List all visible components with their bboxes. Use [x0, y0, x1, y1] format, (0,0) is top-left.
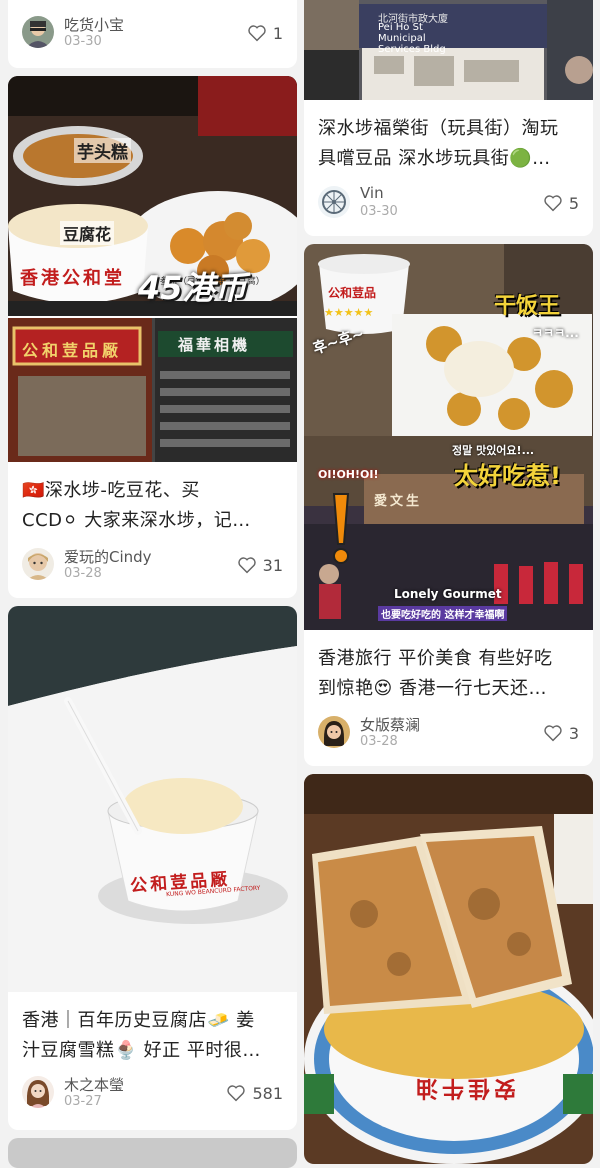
username[interactable]: Vin: [360, 184, 384, 202]
sign-english-2: Municipal: [378, 33, 426, 44]
avatar[interactable]: [318, 716, 350, 748]
post-image[interactable]: 干饭王 후~후~ ㅋㅋㅋ... 公和荳品 ★★★★★ OI!OH!OI! 정말 …: [304, 244, 593, 630]
post-card-3[interactable]: 公和荳品厰 KUNG WO BEANCURD FACTORY 香港｜百年历史豆腐…: [8, 606, 297, 1130]
sign-english-1: Pei Ho St: [378, 22, 423, 33]
post-title[interactable]: 香港旅行 平价美食 有些好吃 到惊艳😍 香港一行七天还…: [318, 644, 581, 704]
username[interactable]: 女版蔡澜: [360, 714, 420, 735]
post-date: 03-27: [64, 1094, 102, 1109]
sign-english-3: Services Bldg: [378, 44, 446, 55]
image-label-taro-cake: 芋头糕: [74, 138, 131, 163]
post-image[interactable]: 北河街市政大廈 Pei Ho St Municipal Services Bld…: [304, 0, 593, 100]
post-card-6[interactable]: 安佳牛油: [304, 774, 593, 1164]
like-count: 1: [272, 23, 283, 43]
post-meta: 爱玩的Cindy 03-28 31: [22, 544, 283, 584]
like-button[interactable]: 3: [543, 722, 579, 744]
post-date: 03-30: [64, 34, 102, 49]
heart-icon: [544, 195, 562, 212]
post-card-7[interactable]: [8, 1138, 297, 1168]
like-button[interactable]: 31: [237, 554, 283, 576]
oh-text: OI!OH!OI!: [318, 468, 379, 481]
post-image[interactable]: 安佳牛油: [304, 774, 593, 1164]
avatar[interactable]: [22, 16, 54, 48]
like-count: 5: [568, 193, 579, 213]
username[interactable]: 木之本瑩: [64, 1074, 124, 1095]
korean-text-2: ㅋㅋㅋ...: [532, 326, 579, 340]
post-meta: 女版蔡澜 03-28 3: [318, 712, 579, 752]
post-image[interactable]: [8, 1138, 297, 1168]
post-title[interactable]: 香港｜百年历史豆腐店🧈 姜 汁豆腐雪糕🍨 好正 平时很…: [22, 1006, 285, 1066]
top-badge: 干饭王: [494, 294, 561, 319]
plate-text: 安佳牛油: [412, 1075, 517, 1100]
shop-sign: 公和荳品厰: [22, 341, 123, 360]
cup-label: 公和荳品: [328, 286, 377, 300]
like-count: 3: [568, 723, 579, 743]
bowl-text: 香港公和堂: [20, 268, 125, 289]
post-date: 03-30: [360, 204, 398, 219]
avatar[interactable]: [22, 1076, 54, 1108]
image-label-tofu-pudding: 豆腐花: [60, 221, 115, 245]
avatar[interactable]: [22, 548, 54, 580]
post-title[interactable]: 深水埗福榮街（玩具街）淘玩 具嚐豆品 深水埗玩具街🟢…: [318, 114, 581, 174]
post-card-4[interactable]: 北河街市政大廈 Pei Ho St Municipal Services Bld…: [304, 0, 593, 236]
like-button[interactable]: 5: [543, 192, 579, 214]
post-meta: Vin 03-30 5: [318, 182, 579, 222]
post-card-2[interactable]: 芋头糕 豆腐花 叁拼（豆腐 豆角 鱼豆腐） 香港公和堂 45港币 公和荳品厰 福…: [8, 76, 297, 598]
like-count: 31: [262, 555, 283, 575]
post-image[interactable]: 芋头糕 豆腐花 叁拼（豆腐 豆角 鱼豆腐） 香港公和堂 45港币 公和荳品厰 福…: [8, 76, 297, 462]
like-button[interactable]: 1: [247, 22, 283, 44]
image-caption: 也要吃好吃的 这样才幸福啊: [378, 606, 508, 621]
username[interactable]: 爱玩的Cindy: [64, 546, 152, 567]
post-card-5[interactable]: 干饭王 후~후~ ㅋㅋㅋ... 公和荳品 ★★★★★ OI!OH!OI! 정말 …: [304, 244, 593, 766]
post-date: 03-28: [64, 566, 102, 581]
heart-icon: [237, 557, 256, 574]
post-title[interactable]: 🇭🇰深水埗-吃豆花、买 CCD⚪ 大家来深水埗，记…: [22, 476, 285, 536]
like-button[interactable]: 581: [226, 1082, 283, 1104]
username[interactable]: 吃货小宝: [64, 14, 124, 35]
avatar[interactable]: [318, 186, 350, 218]
post-meta: 木之本瑩 03-27 581: [22, 1072, 283, 1112]
lonely-gourmet-text: Lonely Gourmet: [394, 587, 502, 601]
heart-icon: [248, 25, 266, 42]
heart-icon: [544, 725, 562, 742]
camera-shop-sign: 福華相機: [178, 336, 251, 354]
post-meta: 吃货小宝 03-30 1: [22, 12, 283, 52]
star-rating: ★★★★★: [324, 306, 374, 319]
post-card-1[interactable]: 吃货小宝 03-30 1: [8, 0, 297, 68]
post-date: 03-28: [360, 734, 398, 749]
like-count: 581: [252, 1083, 283, 1103]
delicious-badge: 太好吃惹!: [454, 462, 561, 490]
post-image[interactable]: 公和荳品厰 KUNG WO BEANCURD FACTORY: [8, 606, 297, 992]
shop-sign: 愛文生: [374, 494, 423, 509]
heart-icon: [227, 1085, 246, 1102]
image-price-label: 45港币: [138, 269, 247, 307]
